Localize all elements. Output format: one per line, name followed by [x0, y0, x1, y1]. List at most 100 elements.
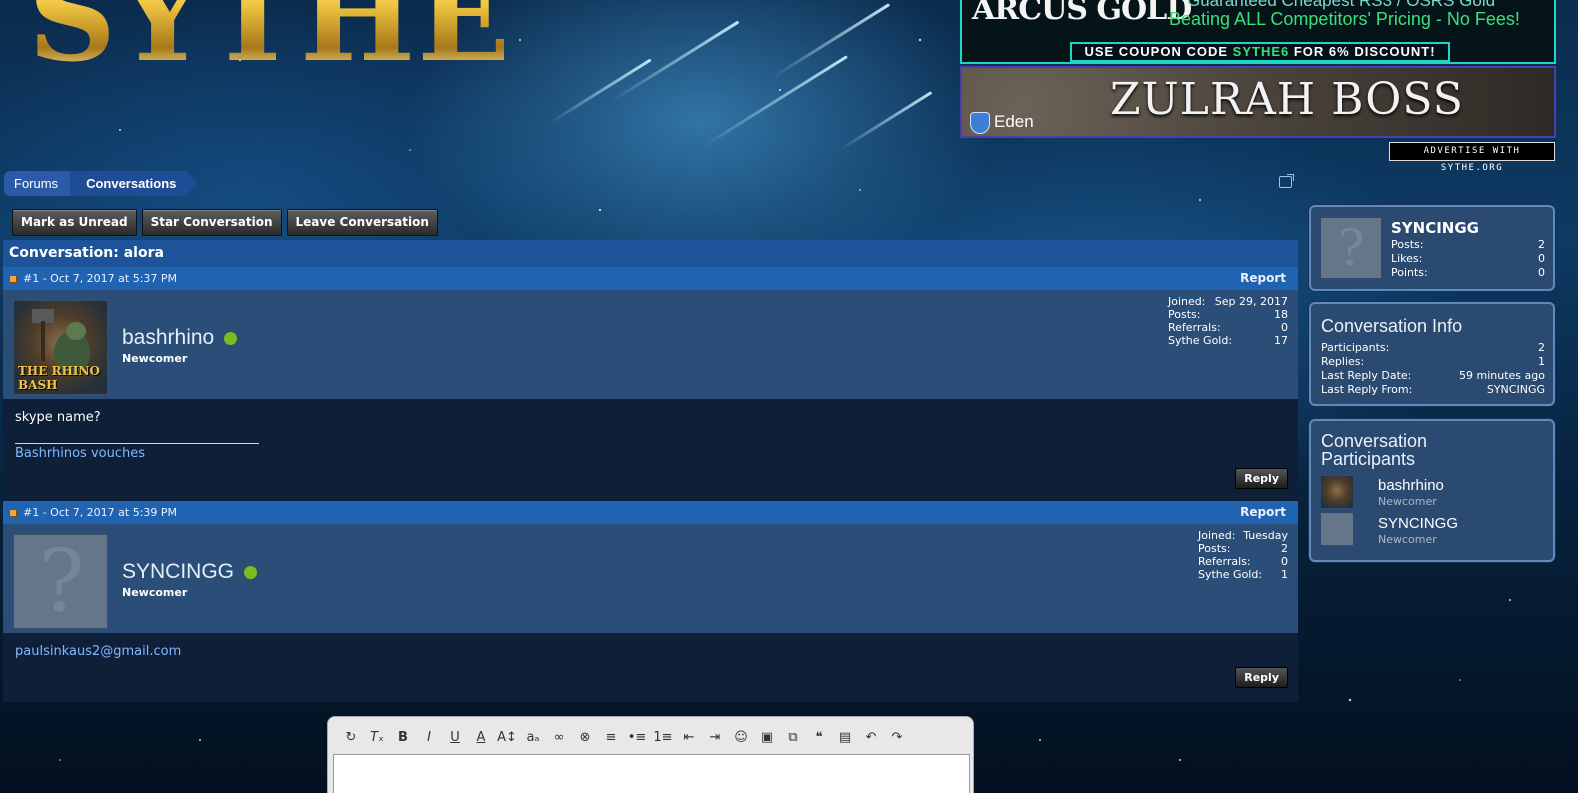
reply-button[interactable]: Reply	[1235, 468, 1288, 489]
ad-brand: ARCUS GOLD	[972, 0, 1192, 27]
coupon-prefix: USE COUPON CODE	[1084, 44, 1229, 59]
stat-value: 0	[1281, 555, 1288, 568]
conversation-info-box: Conversation Info Participants: 2 Replies…	[1309, 302, 1555, 406]
stat-row: Joined: Tuesday	[1198, 529, 1288, 542]
info-label: Last Reply Date:	[1321, 369, 1412, 382]
clear-format-icon[interactable]: Tₓ	[364, 727, 390, 749]
report-link[interactable]: Report	[1240, 501, 1286, 524]
star-conversation-button[interactable]: Star Conversation	[141, 209, 282, 236]
username[interactable]: bashrhino	[122, 326, 238, 350]
username[interactable]: SYNCINGG	[122, 560, 258, 584]
advertise-link[interactable]: ADVERTISE WITH SYTHE.ORG	[1389, 142, 1555, 173]
undo-icon[interactable]: ↶	[858, 727, 884, 749]
expand-icon[interactable]	[1279, 174, 1294, 188]
participant-name[interactable]: SYNCINGG	[1378, 515, 1458, 532]
stat-label: Referrals:	[1168, 321, 1221, 334]
info-value: 59 minutes ago	[1459, 369, 1545, 382]
username-text[interactable]: SYNCINGG	[122, 560, 234, 583]
conversation-info-rows: Participants: 2 Replies: 1 Last Reply Date…	[1321, 341, 1545, 397]
italic-icon[interactable]: I	[416, 727, 442, 749]
participant-name[interactable]: bashrhino	[1378, 477, 1444, 494]
participants-title: Conversation Participants	[1321, 432, 1427, 468]
default-avatar-icon: ?	[38, 532, 85, 632]
avatar[interactable]: THE RHINO BASH	[13, 300, 108, 395]
coupon-code: SYTHE6	[1232, 44, 1290, 59]
stat-row: Sythe Gold: 1	[1198, 568, 1288, 581]
media-icon[interactable]: ⧉	[780, 727, 806, 749]
outdent-icon[interactable]: ⇤	[676, 727, 702, 749]
message-body: skype name? Bashrhinos vouches Reply	[3, 399, 1298, 501]
underline-icon[interactable]: U	[442, 727, 468, 749]
bullet-list-icon[interactable]: •≡	[624, 727, 650, 749]
stat-label: Points:	[1391, 266, 1428, 279]
message-header: #1 - Oct 7, 2017 at 5:37 PM Report	[3, 267, 1298, 290]
reply-textarea[interactable]	[333, 754, 970, 793]
user-title: Newcomer	[122, 586, 188, 599]
leave-conversation-button[interactable]: Leave Conversation	[286, 209, 438, 236]
arcus-gold-ad[interactable]: ARCUS GOLD Guaranteed Cheapest RS3 / OSR…	[960, 0, 1556, 64]
sythe-logo[interactable]: SYTHE	[28, 0, 512, 78]
sidebar-avatar[interactable]: ?	[1321, 218, 1381, 278]
font-color-icon[interactable]: A	[468, 727, 494, 749]
font-size-icon[interactable]: A↕	[494, 727, 520, 749]
unlink-icon[interactable]: ⊗	[572, 727, 598, 749]
stat-value: 2	[1538, 238, 1545, 251]
stat-value: Tuesday	[1243, 529, 1288, 542]
breadcrumb-forums[interactable]: Forums	[4, 171, 71, 196]
sidebar-username[interactable]: SYNCINGG	[1391, 219, 1479, 237]
editor-toolbar: ↻ Tₓ B I U A A↕ aₐ ∞ ⊗ ≡ •≡ 1≡ ⇤ ⇥ ☺ ▣ ⧉…	[338, 727, 910, 749]
indent-icon[interactable]: ⇥	[702, 727, 728, 749]
stat-value: 0	[1281, 321, 1288, 334]
user-stats: Joined: Tuesday Posts: 2 Referrals: 0 Sythe…	[1198, 529, 1288, 581]
redo-icon[interactable]: ↷	[884, 727, 910, 749]
remove-format-icon[interactable]: ↻	[338, 727, 364, 749]
smilies-icon[interactable]: ☺	[728, 727, 754, 749]
participant-avatar[interactable]	[1321, 476, 1353, 508]
number-list-icon[interactable]: 1≡	[650, 727, 676, 749]
stat-label: Posts:	[1168, 308, 1201, 321]
participant-title: Newcomer	[1378, 495, 1437, 508]
stat-value: Sep 29, 2017	[1214, 295, 1288, 308]
align-icon[interactable]: ≡	[598, 727, 624, 749]
quote-icon[interactable]: ❝	[806, 727, 832, 749]
conversation-actions: Mark as Unread Star Conversation Leave C…	[12, 209, 438, 236]
reply-editor: ↻ Tₓ B I U A A↕ aₐ ∞ ⊗ ≡ •≡ 1≡ ⇤ ⇥ ☺ ▣ ⧉…	[327, 716, 974, 793]
message-permalink[interactable]: #1 - Oct 7, 2017 at 5:37 PM	[23, 272, 177, 285]
coupon-suffix: FOR 6% DISCOUNT!	[1293, 44, 1436, 59]
stat-value: 18	[1274, 308, 1288, 321]
image-icon[interactable]: ▣	[754, 727, 780, 749]
stat-row: Posts: 18	[1168, 308, 1288, 321]
stat-label: Posts:	[1391, 238, 1424, 251]
stat-row: Posts: 2	[1198, 542, 1288, 555]
message-permalink[interactable]: #1 - Oct 7, 2017 at 5:39 PM	[23, 506, 177, 519]
reply-button[interactable]: Reply	[1235, 667, 1288, 688]
message-header: #1 - Oct 7, 2017 at 5:39 PM Report	[3, 501, 1298, 524]
message-flag-icon	[9, 275, 17, 283]
participant-title: Newcomer	[1378, 533, 1437, 546]
stat-row: Joined: Sep 29, 2017	[1168, 295, 1288, 308]
info-label: Replies:	[1321, 355, 1365, 368]
link-icon[interactable]: ∞	[546, 727, 572, 749]
stat-row: Referrals: 0	[1168, 321, 1288, 334]
stat-label: Sythe Gold:	[1168, 334, 1233, 347]
bold-icon[interactable]: B	[390, 727, 416, 749]
report-link[interactable]: Report	[1240, 267, 1286, 290]
participant-avatar[interactable]	[1321, 513, 1353, 545]
online-status-icon	[224, 331, 238, 345]
message-email-link[interactable]: paulsinkaus2@gmail.com	[15, 644, 181, 659]
zulrah-boss-ad[interactable]: Eden ZULRAH BOSS	[960, 66, 1556, 138]
save-draft-icon[interactable]: ▤	[832, 727, 858, 749]
avatar[interactable]: ?	[13, 532, 108, 632]
username-text[interactable]: bashrhino	[122, 326, 214, 349]
conversation-title: Conversation: alora	[3, 240, 1298, 267]
conversation-panel: Conversation: alora #1 - Oct 7, 2017 at …	[3, 240, 1298, 702]
breadcrumb-conversations[interactable]: Conversations	[70, 171, 199, 196]
signature-link[interactable]: Bashrhinos vouches	[15, 446, 145, 461]
participants-title-line2: Participants	[1321, 449, 1416, 469]
font-family-icon[interactable]: aₐ	[520, 727, 546, 749]
stat-value: 1	[1281, 568, 1288, 581]
mark-unread-button[interactable]: Mark as Unread	[12, 209, 137, 236]
user-title: Newcomer	[122, 352, 188, 365]
stat-label: Posts:	[1198, 542, 1231, 555]
meteor-streak	[837, 91, 933, 152]
